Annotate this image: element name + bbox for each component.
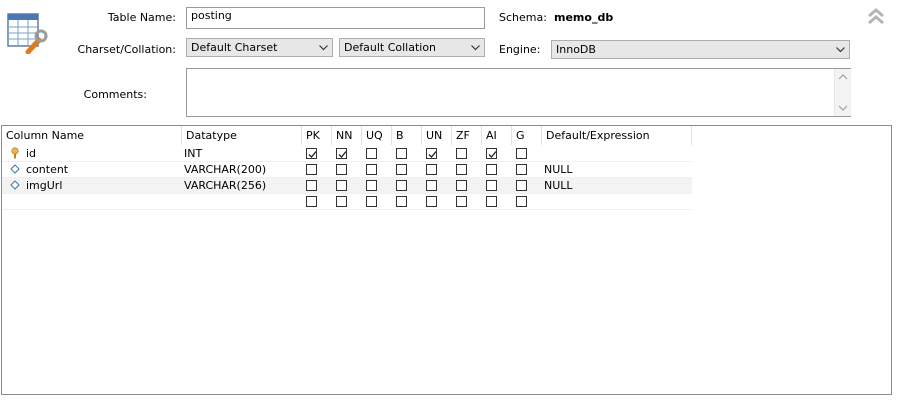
nn-checkbox[interactable] (336, 180, 347, 191)
zf-checkbox[interactable] (456, 148, 467, 159)
key-icon (10, 147, 20, 163)
un-checkbox[interactable] (426, 196, 437, 207)
nn-checkbox[interactable] (336, 164, 347, 175)
table-wrench-icon (6, 10, 48, 55)
diamond-icon (10, 179, 20, 195)
column-name-cell[interactable]: id (26, 146, 36, 162)
header-zf[interactable]: ZF (452, 126, 482, 145)
g-checkbox[interactable] (516, 180, 527, 191)
table-name-input[interactable]: posting (186, 7, 485, 29)
ai-checkbox[interactable] (486, 164, 497, 175)
engine-label: Engine: (499, 43, 541, 56)
pk-checkbox[interactable] (306, 196, 317, 207)
ai-checkbox[interactable] (486, 148, 497, 159)
header-uq[interactable]: UQ (362, 126, 392, 145)
chevron-down-icon (471, 39, 480, 56)
un-checkbox[interactable] (426, 164, 437, 175)
uq-checkbox[interactable] (366, 164, 377, 175)
charset-collation-label: Charset/Collation: (77, 43, 176, 56)
header-nn[interactable]: NN (332, 126, 362, 145)
un-checkbox[interactable] (426, 148, 437, 159)
header-ai[interactable]: AI (482, 126, 512, 145)
header-g[interactable]: G (512, 126, 542, 145)
table-row[interactable]: imgUrl VARCHAR(256) NULL (2, 178, 692, 194)
nn-checkbox[interactable] (336, 148, 347, 159)
zf-checkbox[interactable] (456, 180, 467, 191)
schema-value: memo_db (554, 11, 614, 24)
comments-textarea[interactable] (186, 68, 851, 117)
collation-select[interactable]: Default Collation (339, 38, 485, 57)
default-cell[interactable]: NULL (544, 162, 573, 178)
ai-checkbox[interactable] (486, 196, 497, 207)
chevron-down-icon (319, 39, 328, 56)
g-checkbox[interactable] (516, 148, 527, 159)
pk-checkbox[interactable] (306, 164, 317, 175)
column-name-cell[interactable]: content (26, 162, 68, 178)
table-row[interactable]: content VARCHAR(200) NULL (2, 162, 692, 178)
column-name-cell[interactable]: imgUrl (26, 178, 62, 194)
pk-checkbox[interactable] (306, 180, 317, 191)
header-datatype[interactable]: Datatype (182, 126, 302, 145)
comments-scrollbar[interactable] (834, 69, 851, 116)
schema-label: Schema: (499, 11, 547, 24)
nn-checkbox[interactable] (336, 196, 347, 207)
b-checkbox[interactable] (396, 148, 407, 159)
datatype-cell[interactable]: INT (184, 146, 202, 162)
pk-checkbox[interactable] (306, 148, 317, 159)
charset-value: Default Charset (191, 41, 278, 54)
double-chevron-up-icon[interactable] (866, 6, 886, 26)
header-column-name[interactable]: Column Name (2, 126, 182, 145)
comments-label: Comments: (83, 88, 147, 101)
uq-checkbox[interactable] (366, 196, 377, 207)
b-checkbox[interactable] (396, 180, 407, 191)
datatype-cell[interactable]: VARCHAR(200) (184, 162, 266, 178)
header-pk[interactable]: PK (302, 126, 332, 145)
header-un[interactable]: UN (422, 126, 452, 145)
chevron-down-icon (836, 41, 845, 58)
table-name-label: Table Name: (107, 11, 176, 24)
header-b[interactable]: B (392, 126, 422, 145)
columns-grid[interactable]: Column Name Datatype PK NN UQ B UN ZF AI… (1, 125, 892, 395)
engine-value: InnoDB (556, 43, 596, 56)
ai-checkbox[interactable] (486, 180, 497, 191)
datatype-cell[interactable]: VARCHAR(256) (184, 178, 266, 194)
default-cell[interactable]: NULL (544, 178, 573, 194)
zf-checkbox[interactable] (456, 164, 467, 175)
diamond-icon (10, 163, 20, 179)
engine-select[interactable]: InnoDB (551, 40, 850, 59)
g-checkbox[interactable] (516, 164, 527, 175)
table-row[interactable] (2, 194, 692, 210)
uq-checkbox[interactable] (366, 148, 377, 159)
un-checkbox[interactable] (426, 180, 437, 191)
g-checkbox[interactable] (516, 196, 527, 207)
b-checkbox[interactable] (396, 196, 407, 207)
zf-checkbox[interactable] (456, 196, 467, 207)
header-default-expression[interactable]: Default/Expression (542, 126, 692, 145)
collation-value: Default Collation (344, 41, 437, 54)
b-checkbox[interactable] (396, 164, 407, 175)
charset-select[interactable]: Default Charset (186, 38, 333, 57)
uq-checkbox[interactable] (366, 180, 377, 191)
